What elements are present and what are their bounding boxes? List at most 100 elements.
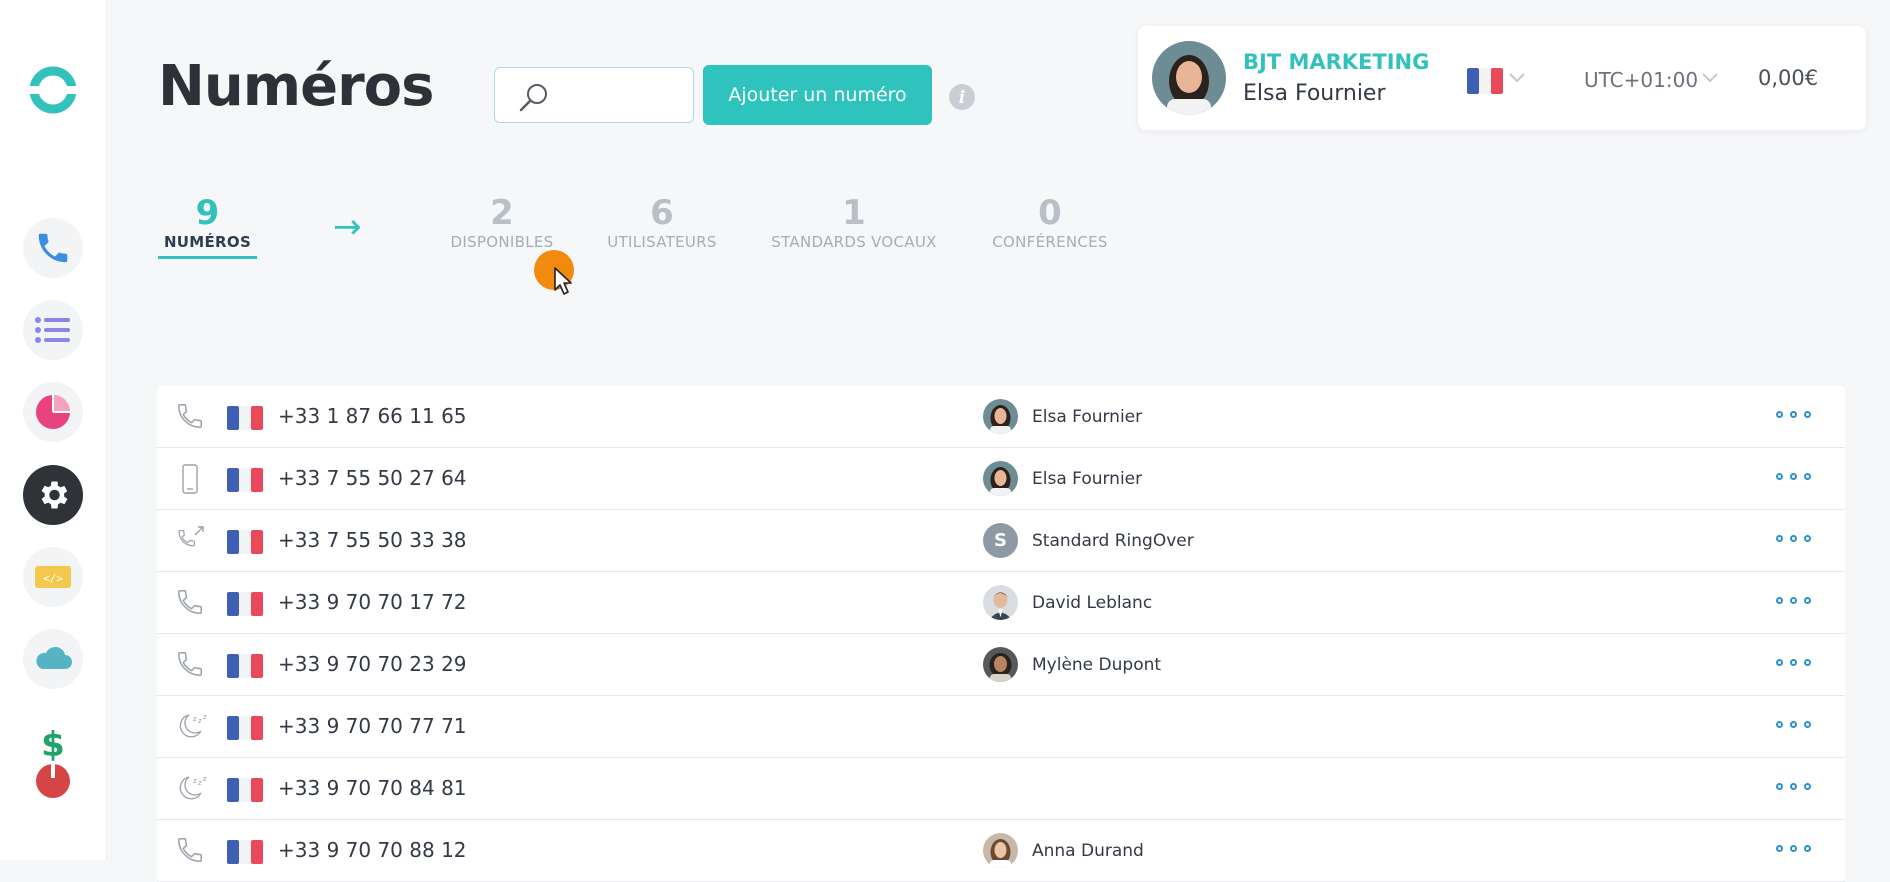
phone-number: +33 7 55 50 33 38 [278,528,467,552]
table-row[interactable]: +33 7 55 50 27 64 Elsa Fournier [157,448,1845,510]
avatar [983,585,1018,620]
svg-text:z: z [198,717,202,725]
table-row[interactable]: +33 9 70 70 88 12 Anna Durand [157,820,1845,882]
user-name: Standard RingOver [1032,531,1194,551]
account-card: BJT MARKETING Elsa Fournier UTC+01:00 0,… [1138,26,1866,130]
search-input[interactable] [559,78,683,114]
avatar-initial: S [994,530,1007,551]
user-name: Elsa Fournier [1032,469,1143,489]
mouse-cursor-icon [553,266,575,300]
sleep-icon: zzz [175,711,209,745]
stat-label: STANDARDS VOCAUX [771,233,937,251]
table-row[interactable]: zzz +33 9 70 70 77 71 [157,696,1845,758]
power-icon[interactable] [23,751,83,811]
french-flag-icon [227,654,263,682]
phone-number: +33 9 70 70 23 29 [278,652,467,676]
gear-icon[interactable] [23,465,83,525]
phone-icon[interactable] [23,218,83,278]
stat-value: 0 [1038,193,1062,233]
french-flag-icon [227,592,263,620]
tab-conferences[interactable]: 0 CONFÉRENCES [984,193,1116,251]
user-name: Elsa Fournier [1032,407,1143,427]
stat-label: CONFÉRENCES [992,233,1108,251]
company-name: BJT MARKETING [1243,50,1430,74]
tab-utilisateurs[interactable]: 6 UTILISATEURS [600,193,724,251]
french-flag-icon[interactable] [1467,68,1503,98]
french-flag-icon [227,530,263,558]
active-tab-indicator [158,256,257,259]
avatar [983,647,1018,682]
stat-value: 1 [842,193,866,233]
french-flag-icon [227,406,263,434]
table-row[interactable]: +33 9 70 70 23 29 Mylène Dupont [157,634,1845,696]
credit-balance: 0,00€ [1758,66,1819,90]
avatar[interactable] [1152,41,1226,115]
avatar [983,461,1018,496]
arrow-right-icon: → [333,207,362,247]
user-name: David Leblanc [1032,593,1153,613]
user-name: Elsa Fournier [1243,81,1386,106]
french-flag-icon [227,468,263,496]
phone-icon [175,401,205,435]
avatar [983,833,1018,868]
stat-value: 9 [195,193,220,233]
stat-value: 6 [650,193,674,233]
chevron-down-icon[interactable] [1701,70,1719,89]
search-icon [519,84,547,112]
more-options-icon[interactable] [1776,411,1811,418]
user-name: Mylène Dupont [1032,655,1162,675]
tab-disponibles[interactable]: 2 DISPONIBLES [442,193,562,251]
table-row[interactable]: zzz +33 9 70 70 84 81 [157,758,1845,820]
svg-text:z: z [198,779,202,787]
sidebar: </> $ [0,0,106,860]
avatar [983,399,1018,434]
page-title: Numéros [158,54,434,119]
more-options-icon[interactable] [1776,845,1811,852]
phone-icon [175,587,205,621]
stat-label: NUMÉROS [163,233,252,251]
list-icon[interactable] [23,300,83,360]
chevron-down-icon[interactable] [1508,70,1526,89]
svg-text:z: z [193,777,197,785]
svg-text:z: z [193,715,197,723]
avatar: S [983,523,1018,558]
stat-label: UTILISATEURS [607,233,717,251]
user-name: Anna Durand [1032,841,1144,861]
table-row[interactable]: +33 9 70 70 17 72 David Leblanc [157,572,1845,634]
french-flag-icon [227,778,263,806]
table-row[interactable]: +33 7 55 50 33 38 S Standard RingOver [157,510,1845,572]
french-flag-icon [227,716,263,744]
table-row[interactable]: +33 1 87 66 11 65 Elsa Fournier [157,386,1845,448]
phone-number: +33 9 70 70 17 72 [278,590,467,614]
more-options-icon[interactable] [1776,597,1811,604]
more-options-icon[interactable] [1776,659,1811,666]
svg-text:i: i [959,88,965,108]
add-number-button[interactable]: Ajouter un numéro [703,65,932,125]
more-options-icon[interactable] [1776,721,1811,728]
logo-icon[interactable] [27,64,79,116]
more-options-icon[interactable] [1776,535,1811,542]
phone-number: +33 9 70 70 88 12 [278,838,467,862]
phone-number: +33 9 70 70 77 71 [278,714,467,738]
timezone-select[interactable]: UTC+01:00 [1584,68,1698,92]
tab-numeros[interactable]: 9 NUMÉROS [158,193,257,251]
more-options-icon[interactable] [1776,473,1811,480]
ivr-icon [175,525,207,559]
phone-number: +33 9 70 70 84 81 [278,776,467,800]
stat-value: 2 [490,193,514,233]
code-icon[interactable]: </> [23,547,83,607]
stat-label: DISPONIBLES [450,233,554,251]
search-box[interactable] [494,67,694,123]
numbers-table: +33 1 87 66 11 65 Elsa Fournier +33 7 55… [157,386,1845,882]
phone-icon [175,649,205,683]
svg-text:</>: </> [43,572,63,585]
tab-standards-vocaux[interactable]: 1 STANDARDS VOCAUX [764,193,944,251]
mobile-icon [175,463,205,499]
info-icon[interactable]: i [948,83,976,115]
pie-chart-icon[interactable] [23,382,83,442]
cloud-icon[interactable] [23,629,83,689]
more-options-icon[interactable] [1776,783,1811,790]
french-flag-icon [227,840,263,868]
phone-number: +33 1 87 66 11 65 [278,404,467,428]
phone-icon [175,835,205,869]
